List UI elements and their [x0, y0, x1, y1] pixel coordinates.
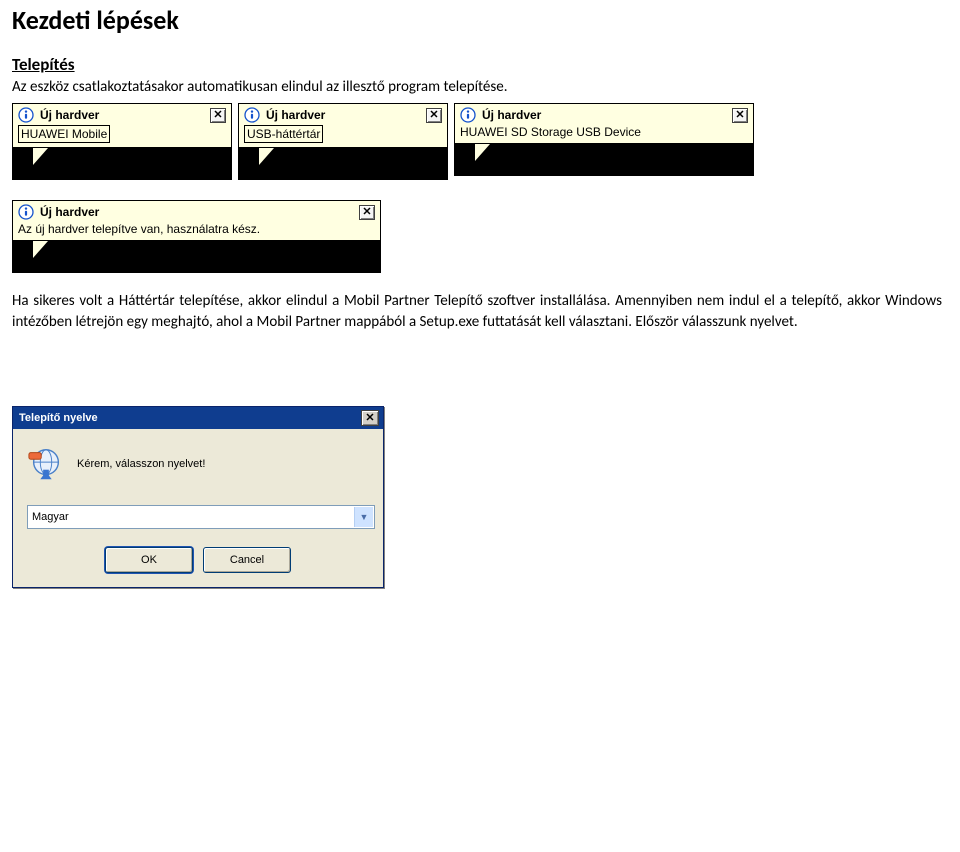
- close-icon[interactable]: ✕: [359, 205, 375, 220]
- ok-button[interactable]: OK: [105, 547, 193, 573]
- info-icon: [244, 107, 260, 123]
- cancel-button[interactable]: Cancel: [203, 547, 291, 573]
- info-icon: [18, 107, 34, 123]
- info-icon: [18, 204, 34, 220]
- hw-notification-1-title: Új hardver: [40, 108, 99, 122]
- language-select-value: Magyar: [32, 511, 69, 523]
- chevron-down-icon[interactable]: ▼: [354, 507, 373, 527]
- hw-notification-4-body: Az új hardver telepítve van, használatra…: [18, 222, 375, 236]
- hw-notification-3-body: HUAWEI SD Storage USB Device: [460, 125, 748, 139]
- hw-notification-4: Új hardver ✕ Az új hardver telepítve van…: [12, 200, 381, 273]
- hw-notification-3: Új hardver ✕ HUAWEI SD Storage USB Devic…: [454, 103, 754, 180]
- info-icon: [460, 107, 476, 123]
- close-icon[interactable]: ✕: [732, 108, 748, 123]
- section-install-paragraph: Az eszköz csatlakoztatásakor automatikus…: [12, 77, 950, 97]
- hw-notification-3-title: Új hardver: [482, 108, 541, 122]
- section-install-title: Telepítés: [12, 54, 950, 75]
- language-select[interactable]: Magyar ▼: [27, 505, 375, 529]
- hw-notification-4-title: Új hardver: [40, 205, 99, 219]
- installer-language-dialog: Telepítő nyelve ✕ Kérem, válasszon nyelv…: [12, 406, 384, 588]
- close-icon[interactable]: ✕: [210, 108, 226, 123]
- page-title: Kezdeti lépések: [12, 4, 950, 36]
- close-icon[interactable]: ✕: [426, 108, 442, 123]
- hw-notification-2-body: USB-háttértár: [244, 125, 323, 143]
- hw-notification-2: Új hardver ✕ USB-háttértár: [238, 103, 448, 180]
- dialog-prompt: Kérem, válasszon nyelvet!: [77, 458, 205, 470]
- hw-notification-1-body: HUAWEI Mobile: [18, 125, 110, 143]
- close-icon[interactable]: ✕: [361, 410, 379, 426]
- installer-icon: [27, 445, 65, 483]
- hw-notification-1: Új hardver ✕ HUAWEI Mobile: [12, 103, 232, 180]
- paragraph-install-explain: Ha sikeres volt a Háttértár telepítése, …: [12, 291, 942, 332]
- hw-notification-2-title: Új hardver: [266, 108, 325, 122]
- dialog-title: Telepítő nyelve: [19, 412, 98, 424]
